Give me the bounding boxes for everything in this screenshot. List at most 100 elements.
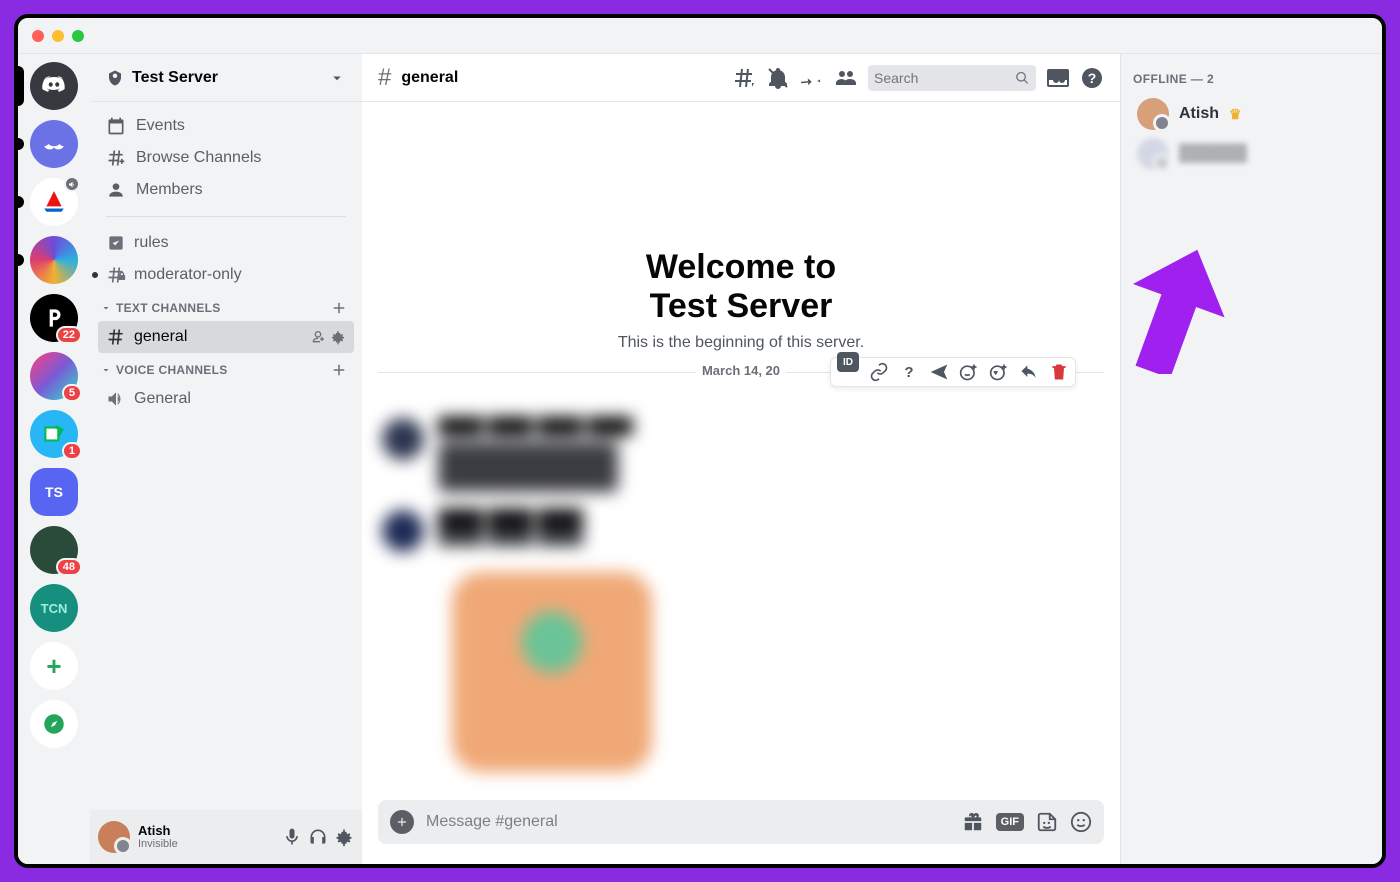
channel-general[interactable]: general <box>98 321 354 353</box>
welcome-subtitle: This is the beginning of this server. <box>362 334 1120 352</box>
self-name: Atish <box>138 824 178 838</box>
sidebar-members[interactable]: Members <box>98 174 354 206</box>
rail-server-ts[interactable]: TS <box>30 468 78 516</box>
mic-icon[interactable] <box>282 827 302 847</box>
members-heading: OFFLINE — 2 <box>1133 72 1370 86</box>
help-icon[interactable]: ? <box>1080 66 1104 90</box>
emoji-icon[interactable] <box>1070 811 1092 833</box>
unread-dot-icon <box>92 272 98 278</box>
gear-icon[interactable] <box>334 827 354 847</box>
date-label: March 14, 20 <box>696 363 786 378</box>
date-divider: March 14, 20 ID ? <box>378 372 1104 388</box>
annotation-arrow <box>1115 244 1225 379</box>
compass-icon <box>41 711 67 737</box>
members-toggle-icon[interactable] <box>834 66 858 90</box>
attach-button[interactable] <box>390 810 414 834</box>
welcome-block: Welcome toTest Server This is the beginn… <box>362 248 1120 352</box>
notifications-muted-icon[interactable] <box>766 66 790 90</box>
category-text-channels[interactable]: TEXT CHANNELS <box>98 291 354 321</box>
server-header[interactable]: Test Server <box>90 54 362 102</box>
rail-server-5[interactable]: 5 <box>30 352 78 400</box>
window-minimize-dot[interactable] <box>52 30 64 42</box>
message-input-bar: GIF <box>378 800 1104 844</box>
invite-people-icon[interactable] <box>310 329 326 345</box>
window-close-dot[interactable] <box>32 30 44 42</box>
delete-icon[interactable] <box>1049 362 1069 382</box>
plus-icon[interactable] <box>330 299 348 317</box>
threads-icon[interactable] <box>732 66 756 90</box>
svg-text:?: ? <box>1088 70 1097 86</box>
rail-badge: 22 <box>56 326 82 344</box>
chevron-down-icon <box>100 364 112 376</box>
search-box[interactable] <box>868 65 1036 91</box>
server-rail: 22 5 1 TS 48 TCN + <box>18 54 90 864</box>
hash-plus-icon <box>106 148 126 168</box>
rail-server-6[interactable]: 1 <box>30 410 78 458</box>
gear-icon[interactable] <box>330 329 346 345</box>
member-avatar <box>1137 98 1169 130</box>
message-attachment <box>438 442 618 492</box>
rail-server-3[interactable] <box>30 236 78 284</box>
member-hidden[interactable]: ██████ <box>1133 134 1370 174</box>
rail-add-server[interactable]: + <box>30 642 78 690</box>
inbox-icon[interactable] <box>1046 66 1070 90</box>
hash-icon: # <box>378 64 391 92</box>
sidebar-item-label: Browse Channels <box>136 149 261 167</box>
voice-channel-general[interactable]: General <box>98 383 354 415</box>
sticker-icon[interactable] <box>1036 811 1058 833</box>
rail-server-2[interactable] <box>30 178 78 226</box>
super-reaction-icon[interactable] <box>989 362 1009 382</box>
channel-title: general <box>401 69 458 87</box>
gif-button[interactable]: GIF <box>996 813 1024 831</box>
svg-text:?: ? <box>904 364 913 381</box>
reply-icon[interactable] <box>1019 362 1039 382</box>
rail-server-tcn[interactable]: TCN <box>30 584 78 632</box>
gift-icon[interactable] <box>962 811 984 833</box>
sidebar-item-label: Members <box>136 181 203 199</box>
welcome-line1: Welcome to <box>646 248 836 286</box>
rail-explore[interactable] <box>30 700 78 748</box>
sidebar-item-label: Events <box>136 117 185 135</box>
self-avatar[interactable] <box>98 821 130 853</box>
search-input[interactable] <box>874 70 1015 86</box>
channel-sidebar: Test Server Events Browse Channels Membe… <box>90 54 362 864</box>
chat-column: # general ? Welcome toTest Server This i… <box>362 54 1120 864</box>
sidebar-divider <box>106 216 346 217</box>
copy-id-button[interactable]: ID <box>837 352 859 372</box>
category-voice-channels[interactable]: VOICE CHANNELS <box>98 353 354 383</box>
channel-moderator-only[interactable]: moderator-only <box>98 259 354 291</box>
plus-icon[interactable] <box>330 361 348 379</box>
pinned-icon[interactable] <box>800 66 824 90</box>
hash-lock-icon <box>106 265 126 285</box>
self-info[interactable]: Atish Invisible <box>138 824 178 850</box>
message-actions-bar: ID ? <box>830 357 1076 387</box>
rail-home[interactable] <box>30 62 78 110</box>
message-avatar <box>382 418 424 460</box>
discord-logo-icon <box>41 73 67 99</box>
reaction-icon[interactable] <box>929 362 949 382</box>
rail-server-4[interactable]: 22 <box>30 294 78 342</box>
rail-server-1[interactable] <box>30 120 78 168</box>
headphones-icon[interactable] <box>308 827 328 847</box>
self-status: Invisible <box>138 838 178 850</box>
member-avatar <box>1137 138 1169 170</box>
rail-server-8[interactable]: 48 <box>30 526 78 574</box>
copy-link-icon[interactable] <box>869 362 889 382</box>
checkbox-arrow-icon <box>41 421 67 447</box>
mark-unread-icon[interactable]: ? <box>899 362 919 382</box>
channel-label: General <box>134 390 191 408</box>
member-atish[interactable]: Atish ♛ <box>1133 94 1370 134</box>
hash-icon <box>106 327 126 347</box>
server-boost-icon <box>106 69 124 87</box>
channel-label: general <box>134 328 187 346</box>
app-window: 22 5 1 TS 48 TCN + Test <box>14 14 1386 868</box>
add-reaction-icon[interactable] <box>959 362 979 382</box>
sidebar-browse-channels[interactable]: Browse Channels <box>98 142 354 174</box>
channel-rules[interactable]: rules <box>98 227 354 259</box>
message-input[interactable] <box>426 813 950 831</box>
window-maximize-dot[interactable] <box>72 30 84 42</box>
category-label: VOICE CHANNELS <box>116 363 228 377</box>
chevron-down-icon <box>100 302 112 314</box>
sidebar-events[interactable]: Events <box>98 110 354 142</box>
owner-crown-icon: ♛ <box>1229 106 1242 123</box>
